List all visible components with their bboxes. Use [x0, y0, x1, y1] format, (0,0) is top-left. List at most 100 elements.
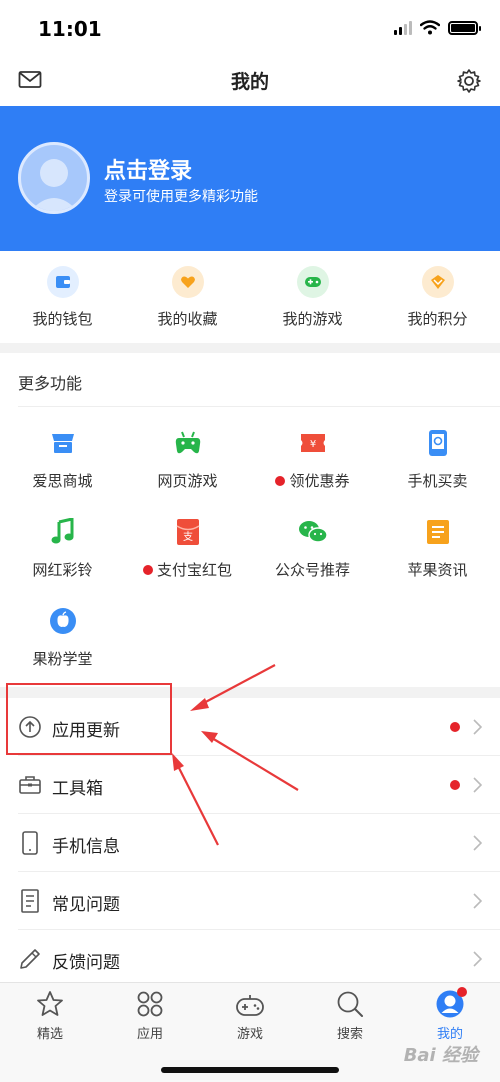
quick-action-points[interactable]: 我的积分: [375, 251, 500, 343]
apps-grid-icon: [135, 989, 165, 1019]
tab-search[interactable]: 搜索: [300, 989, 400, 1042]
menu-item-feedback[interactable]: 反馈问题: [0, 930, 500, 988]
pencil-icon: [20, 949, 40, 969]
nav-bar: 我的: [0, 58, 500, 106]
battery-icon: [448, 20, 481, 35]
quick-action-label: 我的游戏: [282, 310, 343, 328]
tab-label: 应用: [136, 1027, 163, 1042]
phone-icon: [22, 831, 38, 855]
points-icon: [421, 266, 454, 298]
news-icon: [423, 517, 453, 547]
login-title[interactable]: 点击登录: [104, 153, 192, 185]
tab-label: 搜索: [336, 1027, 363, 1042]
gamepad-icon: [173, 428, 203, 458]
badge-dot: [142, 564, 153, 575]
quick-action-label: 我的收藏: [157, 310, 218, 328]
feature-alipay-envelope[interactable]: 支 支付宝红包: [125, 517, 250, 580]
coupon-icon: ¥: [298, 428, 328, 458]
section-title: 更多功能: [18, 374, 83, 393]
svg-text:¥: ¥: [309, 439, 315, 450]
feature-label: 网页游戏: [157, 472, 218, 490]
feature-official-accounts[interactable]: 公众号推荐: [250, 517, 375, 580]
feature-label: 爱思商城: [32, 472, 93, 490]
svg-text:支: 支: [183, 531, 193, 543]
feature-ringtones[interactable]: 网红彩铃: [0, 517, 125, 580]
chevron-right-icon: [473, 719, 482, 735]
section-gap: [0, 343, 500, 353]
menu-item-label: 手机信息: [52, 837, 120, 857]
tab-games[interactable]: 游戏: [200, 989, 300, 1042]
bottom-tab-bar: 精选 应用 游戏 搜索 我的 Bai 经验: [0, 982, 500, 1082]
feature-label: 果粉学堂: [32, 650, 93, 668]
tab-label: 游戏: [236, 1027, 263, 1042]
signal-icon: [394, 20, 412, 35]
profile-icon: [435, 987, 467, 1019]
game-controller-icon: [235, 989, 265, 1019]
feature-label: 公众号推荐: [274, 561, 350, 579]
badge-dot: [275, 475, 286, 486]
menu-item-label: 工具箱: [52, 779, 103, 799]
apple-icon: [48, 606, 78, 636]
login-subtitle: 登录可使用更多精彩功能: [104, 189, 258, 205]
gear-icon[interactable]: [456, 68, 482, 94]
star-icon: [35, 989, 65, 1019]
chevron-right-icon: [473, 777, 482, 793]
music-note-icon: [48, 517, 78, 547]
quick-actions: 我的钱包 我的收藏 我的游戏 我的积分: [0, 251, 500, 343]
menu-item-label: 常见问题: [52, 895, 120, 915]
document-icon: [21, 889, 39, 913]
feature-label: 手机买卖: [407, 472, 468, 490]
status-time: 11:01: [38, 17, 102, 41]
page-title: 我的: [230, 71, 269, 93]
watermark: Bai 经验: [403, 1045, 478, 1066]
menu-item-faq[interactable]: 常见问题: [0, 872, 500, 930]
menu-item-label: 反馈问题: [52, 953, 120, 973]
badge-dot: [450, 780, 460, 790]
wifi-icon: [420, 20, 440, 35]
feature-label: 领优惠券: [275, 470, 350, 491]
tab-label: 精选: [36, 1027, 63, 1042]
chevron-right-icon: [473, 835, 482, 851]
login-banner[interactable]: 点击登录 登录可使用更多精彩功能: [0, 106, 500, 251]
quick-action-favorites[interactable]: 我的收藏: [125, 251, 250, 343]
status-bar: 11:01: [0, 0, 500, 58]
feature-label: 支付宝红包: [142, 559, 232, 580]
feature-phone-trade[interactable]: 手机买卖: [375, 428, 500, 491]
quick-action-label: 我的钱包: [32, 310, 93, 328]
feature-label: 苹果资讯: [407, 561, 468, 579]
badge-dot: [457, 987, 467, 997]
tab-label: 我的: [436, 1027, 463, 1042]
feature-fan-school[interactable]: 果粉学堂: [0, 606, 125, 669]
more-features-section: 更多功能 爱思商城 网页游戏 ¥ 领优惠券 手机买卖 网红彩铃 支 支付宝红包 …: [0, 353, 500, 687]
feature-label: 网红彩铃: [32, 561, 93, 579]
heart-icon: [171, 266, 204, 298]
chevron-right-icon: [473, 893, 482, 909]
feature-store[interactable]: 爱思商城: [0, 428, 125, 491]
avatar[interactable]: [18, 142, 90, 214]
chevron-right-icon: [473, 951, 482, 967]
feature-web-games[interactable]: 网页游戏: [125, 428, 250, 491]
default-avatar-icon: [30, 159, 78, 211]
toolbox-icon: [19, 776, 41, 794]
home-indicator: [161, 1067, 339, 1073]
quick-action-wallet[interactable]: 我的钱包: [0, 251, 125, 343]
store-icon: [48, 428, 78, 458]
phone-trade-icon: [423, 428, 453, 458]
feature-apple-news[interactable]: 苹果资讯: [375, 517, 500, 580]
menu-item-toolbox[interactable]: 工具箱: [0, 756, 500, 814]
tab-me[interactable]: 我的: [400, 987, 500, 1042]
tab-apps[interactable]: 应用: [100, 989, 200, 1042]
search-icon: [335, 989, 365, 1019]
red-envelope-icon: 支: [173, 517, 203, 547]
wechat-icon: [298, 517, 328, 547]
wallet-icon: [46, 266, 79, 298]
badge-dot: [450, 722, 460, 732]
quick-action-games[interactable]: 我的游戏: [250, 251, 375, 343]
feature-coupons[interactable]: ¥ 领优惠券: [250, 428, 375, 491]
divider: [18, 406, 500, 407]
tab-featured[interactable]: 精选: [0, 989, 100, 1042]
annotation-highlight-box: [6, 683, 172, 755]
gamepad-icon: [296, 266, 329, 298]
status-icons: [394, 20, 481, 35]
menu-item-phone-info[interactable]: 手机信息: [0, 814, 500, 872]
